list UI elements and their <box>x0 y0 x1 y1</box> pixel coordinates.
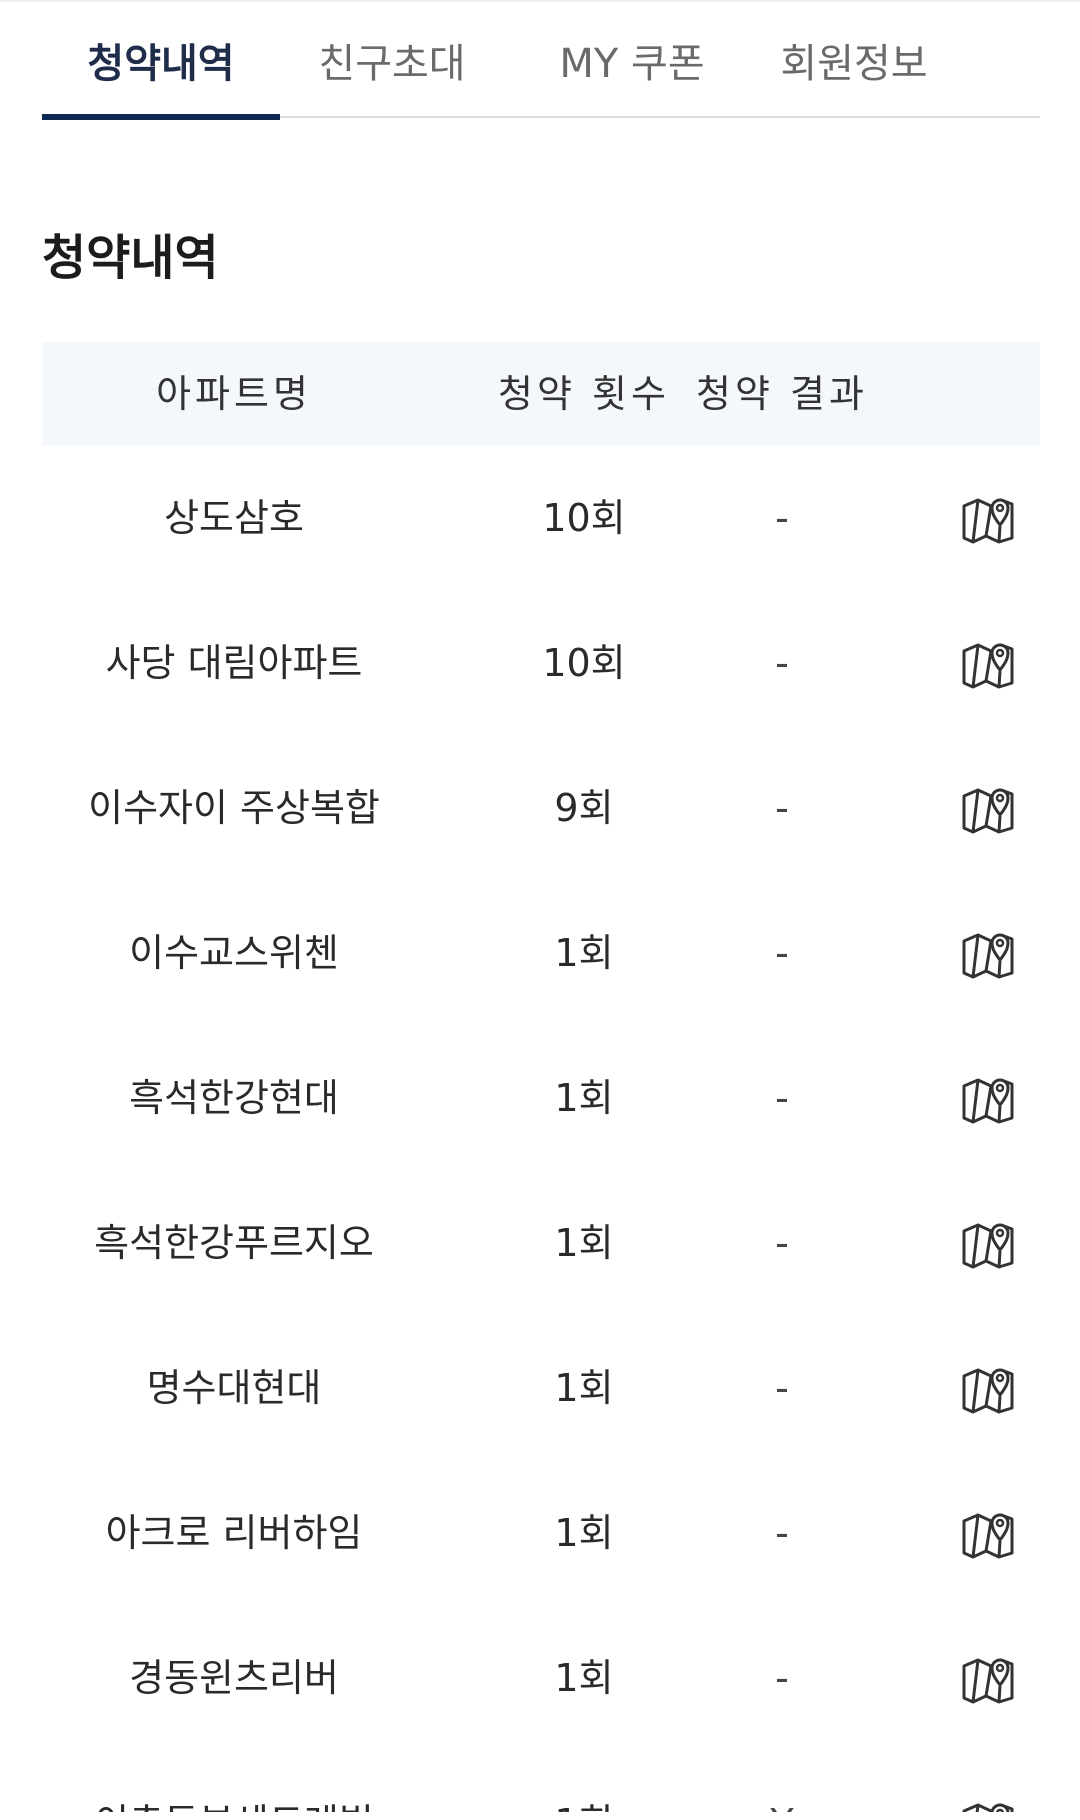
table-row: 경동윈츠리버 1회 - <box>42 1606 1040 1751</box>
map-pin-icon <box>962 788 1014 834</box>
subscription-count: 1회 <box>554 1511 614 1555</box>
subscription-count: 1회 <box>426 1751 742 1820</box>
map-pin-icon <box>962 1513 1014 1559</box>
apartment-name: 흑석한강현대 <box>129 1076 339 1120</box>
map-button[interactable] <box>960 782 1016 834</box>
table-row: 명수대현대 1회 - <box>42 1316 1040 1461</box>
apartment-name: 이수교스위첸 <box>129 931 339 975</box>
apartment-name: 경동윈츠리버 <box>129 1656 339 1700</box>
subscription-result: - <box>775 1221 789 1265</box>
table-header: 아파트명 청약 횟수 청약 결과 <box>42 342 1040 446</box>
map-pin-icon <box>962 933 1014 979</box>
apartment-name: 상도삼호 <box>164 496 304 540</box>
map-pin-icon <box>962 643 1014 689</box>
tab-invite-friends[interactable]: 친구초대 <box>302 0 482 118</box>
table-row: 이수자이 주상복합 9회 - <box>42 736 1040 881</box>
subscription-result: - <box>775 931 789 975</box>
table-row: 흑석한강푸르지오 1회 - <box>42 1171 1040 1316</box>
table-row: 상도삼호 10회 - <box>42 446 1040 591</box>
subscription-result: Y <box>702 1751 862 1820</box>
tab-my-coupons[interactable]: MY 쿠폰 <box>542 0 722 118</box>
table-row: 아크로 리버하임 1회 - <box>42 1461 1040 1606</box>
map-pin-icon <box>962 498 1014 544</box>
map-pin-icon <box>962 1078 1014 1124</box>
subscription-result: - <box>775 1366 789 1410</box>
apartment-name: 아크로 리버하임 <box>105 1511 363 1555</box>
tab-member-info[interactable]: 회원정보 <box>764 0 944 118</box>
apartment-name: 명수대현대 <box>146 1366 322 1410</box>
map-button[interactable] <box>960 1507 1016 1559</box>
subscription-count: 1회 <box>554 1221 614 1265</box>
map-button[interactable] <box>960 927 1016 979</box>
map-pin-icon <box>962 1658 1014 1704</box>
subscription-result: - <box>775 1656 789 1700</box>
subscription-result: - <box>775 496 789 540</box>
apartment-name: 이수자이 주상복합 <box>88 786 380 830</box>
table-row: 이수교스위첸 1회 - <box>42 881 1040 1026</box>
header-subscription-result: 청약 결과 <box>696 372 868 416</box>
subscription-result: - <box>775 1076 789 1120</box>
map-button[interactable] <box>960 1652 1016 1704</box>
subscription-count: 1회 <box>554 1366 614 1410</box>
subscription-result: - <box>775 786 789 830</box>
map-button[interactable] <box>960 1072 1016 1124</box>
subscription-count: 10회 <box>542 496 626 540</box>
apartment-name: 이촌동부센트레빌 <box>42 1751 426 1820</box>
map-pin-icon <box>962 1223 1014 1269</box>
subscription-count: 10회 <box>542 641 626 685</box>
table-row: 사당 대림아파트 10회 - <box>42 591 1040 736</box>
page-title: 청약내역 <box>42 230 219 286</box>
table-row: 흑석한강현대 1회 - <box>42 1026 1040 1171</box>
tab-subscription-history[interactable]: 청약내역 <box>42 0 280 120</box>
subscription-count: 1회 <box>554 1076 614 1120</box>
map-button[interactable] <box>960 1362 1016 1414</box>
bottom-edge <box>0 1812 1080 1820</box>
map-button[interactable] <box>960 637 1016 689</box>
header-apartment-name: 아파트명 <box>156 372 312 416</box>
map-pin-icon <box>962 1368 1014 1414</box>
subscription-count: 9회 <box>554 786 614 830</box>
subscription-count: 1회 <box>554 931 614 975</box>
subscription-result: - <box>775 1511 789 1555</box>
subscription-count: 1회 <box>554 1656 614 1700</box>
table-row: 이촌동부센트레빌 1회 Y <box>42 1751 1040 1820</box>
apartment-name: 흑석한강푸르지오 <box>94 1221 374 1265</box>
page: 청약내역 친구초대 MY 쿠폰 회원정보 청약내역 아파트명 청약 횟수 청약 … <box>0 0 1080 1820</box>
table-body: 상도삼호 10회 - 사당 대림아파트 10회 - 이수자이 주상복합 9회 -… <box>42 446 1040 1820</box>
map-button[interactable] <box>960 1217 1016 1269</box>
subscription-result: - <box>775 641 789 685</box>
apartment-name: 사당 대림아파트 <box>105 641 363 685</box>
tab-bar: 청약내역 친구초대 MY 쿠폰 회원정보 <box>42 0 1040 120</box>
map-button[interactable] <box>960 492 1016 544</box>
